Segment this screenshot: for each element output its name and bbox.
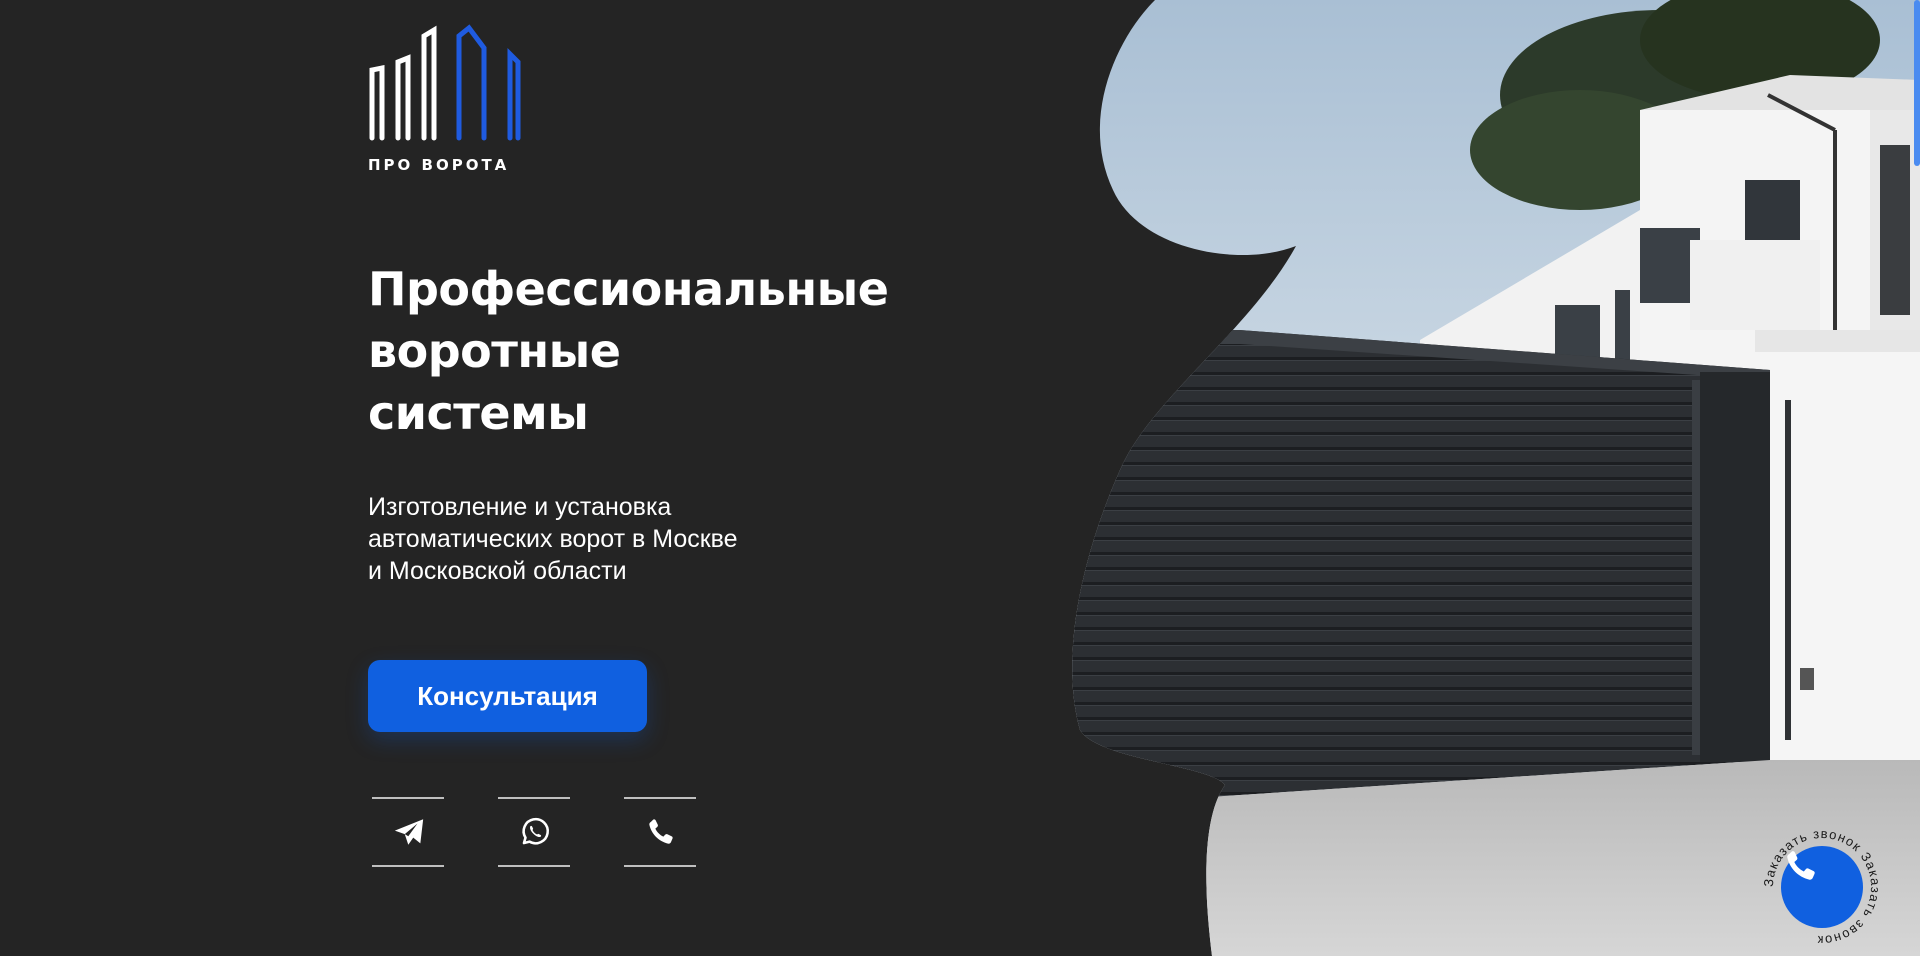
callback-widget[interactable]: Заказать звонок Заказать звонок	[1762, 827, 1882, 947]
hero-subtitle-line: и Московской области	[368, 557, 627, 585]
hero-title-line: Профессиональные	[368, 262, 889, 316]
hero-subtitle-line: автоматических ворот в Москве	[368, 525, 738, 553]
hero-subtitle-line: Изготовление и установка	[368, 493, 672, 521]
scrollbar-thumb[interactable]	[1914, 0, 1920, 166]
hero-title-line: системы	[368, 386, 589, 440]
hero-title-line: воротные	[368, 324, 621, 378]
telegram-link[interactable]	[372, 797, 444, 867]
consultation-button[interactable]: Консультация	[368, 660, 647, 732]
hero-subtitle: Изготовление и установка автоматических …	[368, 491, 738, 587]
telegram-icon	[394, 819, 424, 845]
phone-icon	[1787, 851, 1815, 880]
brand-logo[interactable]: ПРО ВОРОТА	[368, 18, 530, 178]
callback-button[interactable]	[1781, 846, 1863, 928]
phone-link[interactable]	[624, 797, 696, 867]
hero-gate-photo	[1072, 0, 1920, 956]
logo-mark-icon	[369, 24, 521, 141]
phone-icon	[649, 819, 673, 844]
whatsapp-link[interactable]	[498, 797, 570, 867]
brand-name: ПРО ВОРОТА	[368, 156, 510, 174]
hero-title: Профессиональные воротные системы	[368, 258, 889, 444]
whatsapp-icon	[522, 817, 549, 845]
